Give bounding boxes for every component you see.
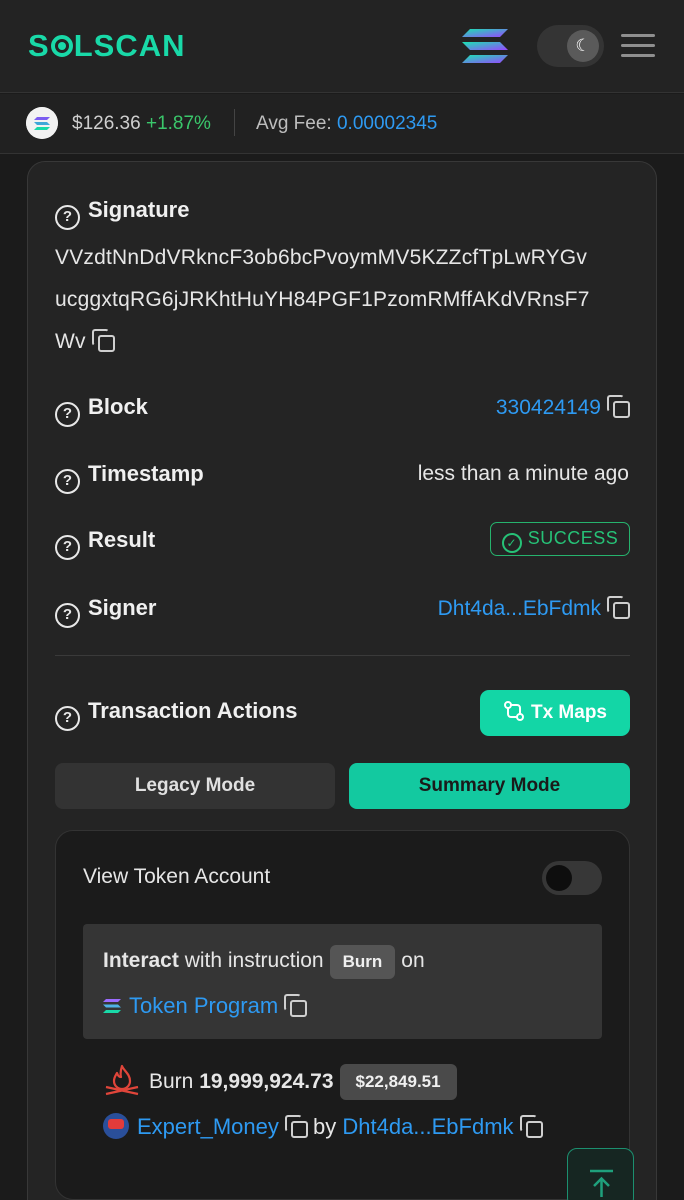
block-label: ? Block [55,394,148,427]
arrow-up-icon [590,1169,613,1197]
transaction-actions-title: ? Transaction Actions [55,698,297,731]
avg-fee: Avg Fee: 0.00002345 [256,113,438,134]
solana-logo-icon[interactable] [462,29,508,63]
burn-usd-value: $22,849.51 [339,1064,457,1100]
sol-price: $126.36 +1.87% [72,113,211,134]
solscan-logo[interactable]: S LSCAN [28,28,185,64]
copy-icon[interactable] [607,395,630,418]
logo-o-glyph [50,35,73,57]
help-icon[interactable]: ? [55,603,80,628]
view-token-account-toggle[interactable] [542,861,602,895]
copy-icon[interactable] [284,994,308,1017]
solana-logo-icon [103,999,121,1013]
moon-icon: ☾ [567,30,599,62]
instruction-line: Interact with instruction Burn on [103,945,425,979]
copy-icon[interactable] [91,329,115,352]
price-change: +1.87% [145,113,211,134]
token-link[interactable]: Expert_Money [137,1114,279,1139]
burn-amount: 19,999,924.73 [199,1070,334,1093]
route-icon [503,701,524,721]
menu-icon[interactable] [621,34,655,58]
copy-icon[interactable] [607,596,630,619]
scroll-to-top-button[interactable] [567,1148,634,1200]
view-token-account-label: View Token Account [83,865,271,888]
burner-link[interactable]: Dht4da...EbFdmk [342,1114,513,1139]
help-icon[interactable]: ? [55,205,80,230]
signer-label: ? Signer [55,595,156,628]
signature-line-2: ucggxtqRG6jJRKhtHuYH84PGF1PzomRMffAKdVRn… [55,288,590,311]
legacy-mode-tab[interactable]: Legacy Mode [55,763,335,809]
section-divider [55,655,630,656]
help-icon[interactable]: ? [55,535,80,560]
summary-mode-tab[interactable]: Summary Mode [349,763,630,809]
program-line: Token Program [103,993,308,1019]
token-program-link[interactable]: Token Program [129,993,278,1018]
timestamp-label: ? Timestamp [55,461,204,494]
instruction-badge: Burn [329,945,396,979]
tx-maps-button[interactable]: Tx Maps [480,690,630,736]
signature-label: ? Signature [55,197,189,230]
status-badge: ✓ SUCCESS [490,522,630,556]
block-value: 330424149 [496,395,630,420]
signer-link[interactable]: Dht4da...EbFdmk [438,597,601,620]
signer-value: Dht4da...EbFdmk [438,596,630,621]
avg-fee-value: 0.00002345 [336,113,438,134]
flame-icon [105,1064,139,1096]
help-icon[interactable]: ? [55,402,80,427]
result-label: ? Result [55,527,155,560]
check-circle-icon: ✓ [501,533,522,553]
token-avatar [103,1113,129,1139]
block-link[interactable]: 330424149 [496,396,601,419]
instruction-box [83,924,602,1039]
timestamp-value: less than a minute ago [417,462,629,485]
copy-icon[interactable] [284,1115,308,1138]
copy-icon[interactable] [519,1115,543,1138]
help-icon[interactable]: ? [55,706,80,731]
sol-coin-icon [26,107,58,139]
burn-row: Burn 19,999,924.73 $22,849.51 [103,1063,457,1100]
token-owner-row: Expert_Money by Dht4da...EbFdmk [103,1113,543,1140]
price-divider [234,109,235,136]
signature-line-1: VVzdtNnDdVRkncF3ob6bcPvoymMV5KZZcfTpLwRY… [55,246,588,269]
theme-toggle[interactable]: ☾ [537,25,604,67]
signature-line-3: Wv [55,329,115,354]
help-icon[interactable]: ? [55,469,80,494]
